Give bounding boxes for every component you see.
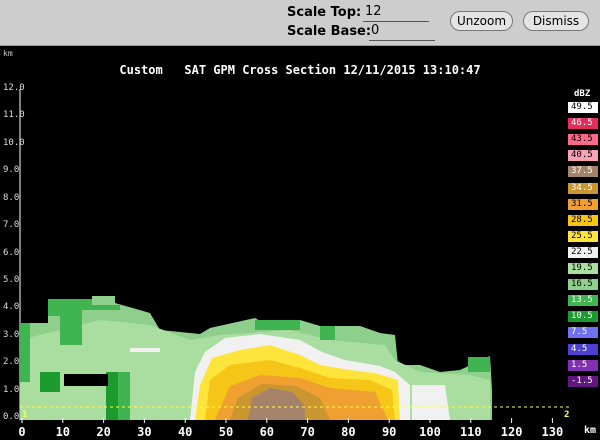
legend-entry: 19.5: [568, 263, 598, 274]
legend-entry: 46.5: [568, 118, 598, 130]
y-tick-label: 8.0: [3, 192, 20, 203]
legend-entry: 13.5: [568, 295, 598, 307]
legend-entry: 43.5: [568, 134, 598, 146]
legend-entry: 25.5: [568, 230, 598, 242]
legend-entry: 22.5: [568, 246, 598, 258]
x-tick-label: 30: [137, 425, 152, 439]
y-tick-label: 12.0: [3, 83, 25, 93]
legend-entry: 28.5: [568, 214, 598, 226]
x-tick-label: 70: [300, 425, 315, 439]
legend-entry: 4.5: [568, 343, 598, 355]
x-axis-unit: km: [584, 425, 597, 436]
y-tick-label: 1.0: [3, 384, 20, 395]
x-tick-label: 10: [55, 425, 71, 439]
y-tick-label: 10.0: [3, 137, 25, 148]
x-tick-label: 40: [177, 425, 193, 439]
y-tick-label: 0.0: [3, 412, 20, 422]
legend-entry: 37.5: [568, 166, 598, 178]
legend-entry: 7.5: [568, 327, 598, 339]
x-tick-label: 50: [218, 425, 234, 439]
y-tick-label: 9.0: [3, 165, 20, 176]
x-tick-label: 110: [459, 425, 482, 439]
x-tick-label: 20: [96, 425, 111, 439]
y-tick-label: 5.0: [3, 274, 20, 285]
y-tick-label: 11.0: [3, 110, 25, 121]
x-tick-label: 120: [500, 425, 523, 439]
legend-entry: 16.5: [568, 279, 598, 291]
x-tick-label: 130: [541, 425, 564, 439]
y-tick-label: 2.0: [3, 357, 20, 368]
reflectivity-field: [20, 296, 492, 420]
y-tick-label: 7.0: [3, 220, 20, 231]
x-tick-label: 0: [18, 425, 26, 439]
x-tick-label: 60: [259, 425, 275, 439]
legend-unit: dBZ: [574, 89, 591, 99]
legend-entry: 40.5: [568, 150, 598, 162]
endpoint-end-marker[interactable]: 2: [564, 410, 569, 420]
x-tick-label: 100: [419, 425, 441, 439]
cross-section-plot[interactable]: [0, 0, 600, 440]
legend-entry: 1.5: [568, 359, 598, 371]
legend-entry: -1.5: [568, 375, 598, 387]
y-tick-label: 6.0: [3, 247, 20, 258]
legend-entry: 31.5: [568, 198, 598, 210]
x-tick-label: 80: [341, 425, 356, 439]
y-tick-label: 3.0: [3, 329, 20, 340]
legend-entry: 10.5: [568, 311, 598, 323]
y-tick-label: 4.0: [3, 302, 20, 313]
legend-entry: 49.5: [568, 102, 598, 113]
x-tick-label: 90: [381, 425, 397, 439]
endpoint-start-marker[interactable]: 1: [22, 410, 27, 420]
legend-entry: 34.5: [568, 182, 598, 194]
